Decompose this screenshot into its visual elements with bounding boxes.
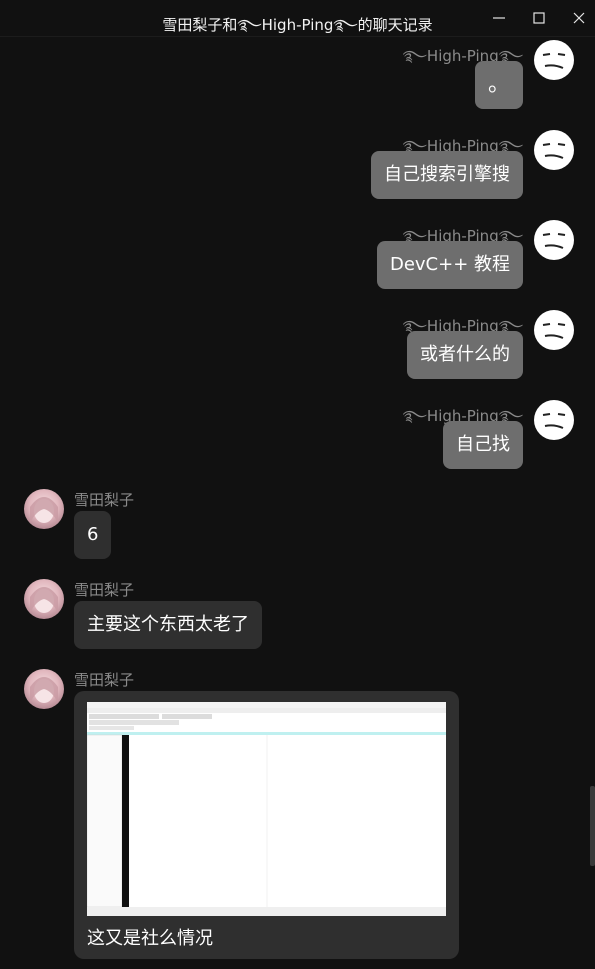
avatar[interactable]	[24, 489, 64, 529]
message-bubble[interactable]: 自己搜索引擎搜	[371, 151, 523, 199]
avatar[interactable]	[534, 220, 574, 260]
title-bar: 雪田梨子和࿐High-Ping࿐的聊天记录	[0, 0, 595, 37]
ide-screenshot-icon	[87, 702, 446, 916]
message-bubble[interactable]: DevC++ 教程	[376, 241, 523, 289]
scrollbar-thumb[interactable]	[590, 786, 595, 866]
message-bubble[interactable]: 主要这个东西太老了	[74, 601, 262, 649]
sender-name: 雪田梨子	[74, 581, 135, 599]
avatar[interactable]	[534, 310, 574, 350]
avatar[interactable]	[534, 400, 574, 440]
meh-face-icon	[535, 401, 573, 439]
maximize-button[interactable]	[519, 4, 559, 32]
chat-history[interactable]: ࿐High-Ping࿐ 。 ࿐High-Ping࿐ 自己搜索引擎搜 ࿐High-…	[0, 36, 595, 969]
sender-name: 雪田梨子	[74, 491, 135, 509]
avatar[interactable]	[24, 579, 64, 619]
maximize-icon	[533, 12, 545, 24]
profile-avatar-icon	[30, 497, 58, 523]
avatar[interactable]	[534, 130, 574, 170]
avatar[interactable]	[534, 40, 574, 80]
meh-face-icon	[535, 311, 573, 349]
devcpp-screenshot-image[interactable]	[87, 702, 446, 916]
close-button[interactable]	[559, 4, 595, 32]
avatar[interactable]	[24, 669, 64, 709]
message-bubble[interactable]: 。	[474, 61, 523, 109]
minimize-button[interactable]	[479, 4, 519, 32]
message-bubble[interactable]: 6	[74, 511, 112, 559]
meh-face-icon	[535, 41, 573, 79]
image-caption: 这又是社么情况	[87, 928, 213, 949]
message-bubble[interactable]: 自己找	[443, 421, 523, 469]
close-icon	[573, 12, 585, 24]
message-bubble[interactable]: 或者什么的	[407, 331, 523, 379]
meh-face-icon	[535, 221, 573, 259]
meh-face-icon	[535, 131, 573, 169]
sender-name: 雪田梨子	[74, 671, 135, 689]
image-message-bubble[interactable]: 这又是社么情况	[74, 691, 459, 959]
profile-avatar-icon	[30, 677, 58, 703]
profile-avatar-icon	[30, 587, 58, 613]
minimize-icon	[493, 17, 505, 19]
